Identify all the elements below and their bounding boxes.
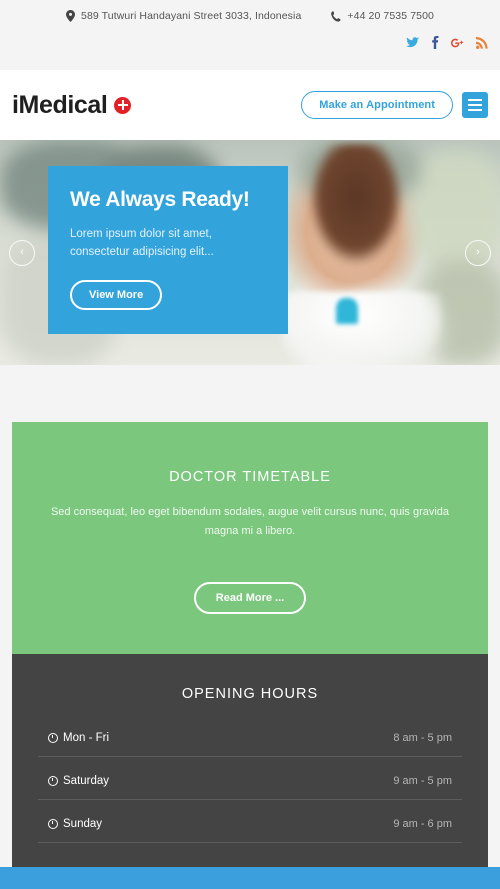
view-more-button[interactable]: View More — [70, 279, 163, 310]
make-appointment-button[interactable]: Make an Appointment — [301, 91, 453, 119]
address-text: 589 Tutwuri Handayani Street 3033, Indon… — [81, 10, 302, 22]
phone-text: +44 20 7535 7500 — [347, 10, 434, 22]
doctor-timetable-section: DOCTOR TIMETABLE Sed consequat, leo eget… — [12, 422, 488, 654]
hero-photo-detail — [282, 292, 442, 365]
address-item: 589 Tutwuri Handayani Street 3033, Indon… — [66, 10, 301, 22]
header-actions: Make an Appointment — [301, 91, 488, 119]
social-links — [406, 36, 488, 51]
hours-day-cell: Saturday — [48, 775, 109, 787]
time-label: 9 am - 6 pm — [393, 817, 452, 830]
burger-line — [468, 99, 482, 101]
time-label: 9 am - 5 pm — [393, 774, 452, 787]
top-bar: 589 Tutwuri Handayani Street 3033, Indon… — [0, 0, 500, 70]
rss-icon[interactable] — [476, 36, 488, 51]
site-header: iMedical Make an Appointment — [0, 70, 500, 140]
clock-icon — [48, 732, 58, 743]
phone-item: +44 20 7535 7500 — [331, 10, 434, 22]
hero-slider: We Always Ready! Lorem ipsum dolor sit a… — [0, 140, 500, 365]
opening-hours-title: OPENING HOURS — [181, 685, 319, 702]
contact-info: 589 Tutwuri Handayani Street 3033, Indon… — [0, 0, 500, 22]
hero-photo-detail — [336, 298, 358, 324]
page-root: 589 Tutwuri Handayani Street 3033, Indon… — [0, 0, 500, 889]
hamburger-menu-icon[interactable] — [462, 92, 488, 118]
clock-icon — [48, 818, 58, 829]
table-row: Mon - Fri 8 am - 5 pm — [38, 728, 462, 757]
section-spacer — [0, 365, 500, 422]
burger-line — [468, 109, 482, 111]
medical-cross-icon — [114, 96, 132, 114]
day-label: Saturday — [63, 774, 110, 787]
map-pin-icon — [66, 10, 76, 22]
hero-description: Lorem ipsum dolor sit amet, consectetur … — [70, 228, 214, 258]
twitter-icon[interactable] — [406, 37, 419, 50]
googleplus-icon[interactable] — [451, 37, 464, 51]
timetable-title: DOCTOR TIMETABLE — [169, 469, 331, 485]
logo-text: iMedical — [12, 90, 108, 119]
day-label: Sunday — [63, 817, 103, 830]
slider-prev-arrow-icon[interactable]: ‹ — [9, 239, 35, 266]
bottom-accent-bar — [0, 867, 500, 889]
hero-title: We Always Ready! — [70, 188, 250, 211]
day-label: Mon - Fri — [63, 731, 109, 744]
table-row: Sunday 9 am - 6 pm — [38, 814, 462, 843]
hours-day-cell: Mon - Fri — [48, 732, 109, 744]
opening-hours-section: OPENING HOURS Mon - Fri 8 am - 5 pm Satu… — [12, 653, 488, 887]
facebook-icon[interactable] — [431, 36, 439, 51]
read-more-button[interactable]: Read More ... — [193, 581, 307, 614]
clock-icon — [48, 775, 58, 786]
phone-icon — [331, 10, 342, 22]
hours-day-cell: Sunday — [48, 818, 102, 830]
slider-next-arrow-icon[interactable]: › — [465, 239, 491, 266]
timetable-description: Sed consequat, leo eget bibendum sodales… — [50, 506, 450, 538]
hero-caption: We Always Ready! Lorem ipsum dolor sit a… — [48, 166, 288, 334]
site-logo[interactable]: iMedical — [12, 90, 132, 120]
burger-line — [468, 104, 482, 106]
table-row: Saturday 9 am - 5 pm — [38, 771, 462, 800]
time-label: 8 am - 5 pm — [393, 731, 452, 744]
hero-photo-detail — [310, 144, 402, 264]
